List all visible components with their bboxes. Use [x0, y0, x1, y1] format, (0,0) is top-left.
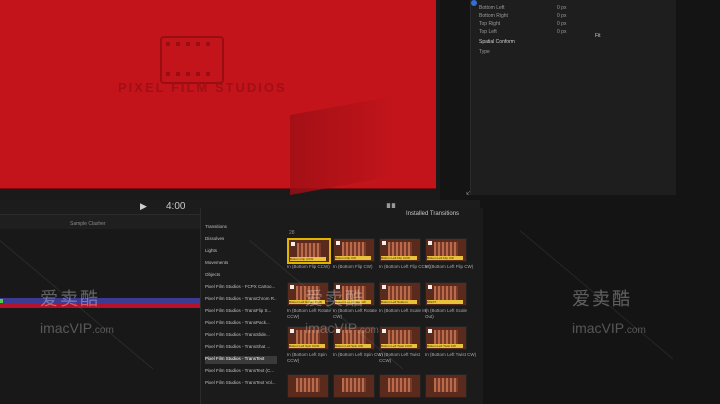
category-item[interactable]: Pixel Film Studios - TransShat ... [205, 344, 277, 352]
thumbnail-label: In (Bottom Flip CW) [333, 264, 373, 269]
watermark-cn: 爱卖酷 [40, 289, 100, 309]
viewer: PIXEL FILM STUDIOS [0, 0, 440, 200]
transition-thumbnail[interactable]: Bottom Flip CW [333, 238, 375, 262]
type-dropdown[interactable]: Fit [595, 33, 601, 39]
thumbnail-label: In (Bottom Left Scale In) [379, 308, 428, 313]
row-label: Bottom Right [479, 13, 508, 19]
watermark-en: imacVIP.com [40, 320, 114, 336]
watermark-en-main: imacVIP [305, 320, 358, 336]
transition-grid: 28 Bottom Flip CCW In (Bottom Flip CCW) … [283, 224, 483, 404]
transition-thumbnail[interactable]: Bottom Left Twist CW [425, 326, 467, 350]
transition-thumbnail[interactable] [425, 374, 467, 398]
transition-thumbnail[interactable]: Bottom Left Flip CCW [379, 238, 421, 262]
watermark-en: imacVIP.com [305, 320, 379, 336]
thumbnail-label: In (Bottom Flip CCW) [287, 264, 330, 269]
category-item[interactable]: Movements [205, 260, 277, 268]
thumbnail-tag: Bottom Flip CW [335, 256, 371, 260]
transition-thumbnail[interactable]: Bottom Left Flip CW [425, 238, 467, 262]
type-label: Type [479, 49, 490, 55]
transition-thumbnail[interactable]: Bottom Flip CCW [287, 238, 331, 264]
thumbnail-label: In (Bottom Left Spin CCW) [287, 352, 327, 363]
thumbnail-tag: Bottom Left Twist CCW [381, 344, 417, 348]
row-label: Top Right [479, 21, 501, 27]
browser-title: Installed Transitions [406, 211, 460, 217]
thumbnail-tag: Bottom Flip CCW [290, 257, 326, 261]
row-value[interactable]: 0 px [557, 29, 566, 35]
category-item[interactable]: Pixel Film Studios - TransText (C... [205, 368, 277, 376]
watermark-cn: 爱卖酷 [572, 289, 632, 309]
timeline-track-red[interactable] [0, 304, 205, 308]
category-item-selected[interactable]: Pixel Film Studios - TransText [205, 356, 277, 364]
thumbnail-tag: Bottom Left Spin CW [335, 344, 371, 348]
play-button[interactable]: ▶ [140, 201, 147, 212]
inspector-panel: Bottom Left 0 px Bottom Right 0 px Top R… [470, 0, 676, 195]
spatial-conform-heading: Spatial Conform [479, 39, 515, 45]
category-item[interactable]: Pixel Film Studios - FCPX Cartoo... [205, 284, 277, 292]
category-item[interactable]: Pixel Film Studios - TransPack... [205, 320, 277, 328]
inspector-row-top-left: Top Left 0 px [479, 29, 566, 36]
playhead-marker[interactable] [0, 299, 3, 303]
transition-thumbnail[interactable]: Bottom Left Twist CCW [379, 326, 421, 350]
enabled-indicator-icon[interactable] [471, 0, 477, 6]
thumbnail-tag: Bottom Left Flip CCW [381, 256, 417, 260]
row-value[interactable]: 0 px [557, 5, 566, 11]
timecode: 4:00 [166, 201, 186, 212]
watermark-en-main: imacVIP [572, 320, 625, 336]
watermark-en-suffix: .com [92, 325, 114, 336]
watermark-en-suffix: .com [357, 325, 379, 336]
inspector-row-bottom-right: Bottom Right 0 px [479, 13, 566, 20]
category-item[interactable]: Objects [205, 272, 277, 280]
viewer-canvas: PIXEL FILM STUDIOS [0, 0, 436, 195]
category-list: Transitions Dissolves Lights Movements O… [201, 224, 279, 404]
logo-text: PIXEL FILM STUDIOS [118, 80, 287, 95]
inspector-row-top-right: Top Right 0 px [479, 21, 566, 28]
clip-name[interactable]: Sample Clasher [70, 221, 106, 227]
row-value[interactable]: 0 px [557, 21, 566, 27]
timeline: Sample Clasher [0, 214, 205, 404]
watermark-en: imacVIP.com [572, 320, 646, 336]
fcpx-editor: PIXEL FILM STUDIOS ▶ 4:00 ▮▮ ⤢ Bottom Le… [0, 0, 720, 404]
category-item[interactable]: Dissolves [205, 236, 277, 244]
category-item[interactable]: Pixel Film Studios - TransSlide... [205, 332, 277, 340]
category-item[interactable]: Pixel Film Studios - TransFlip S... [205, 308, 277, 316]
watermark-cn: 爱卖酷 [305, 289, 365, 309]
thumbnail-tag: Bottom Left Scale In [381, 300, 417, 304]
thumbnail-label: In (Bottom Left Spin CW) [333, 352, 384, 357]
transition-thumbnail[interactable]: $TEXT [425, 282, 467, 306]
watermark-en-main: imacVIP [40, 320, 93, 336]
transition-thumbnail[interactable] [379, 374, 421, 398]
transition-thumbnail[interactable] [287, 374, 329, 398]
thumbnail-label: In (Bottom Left Flip CW) [425, 264, 474, 269]
film-logo-icon [160, 36, 224, 84]
row-label: Bottom Left [479, 5, 505, 11]
category-item[interactable]: Transitions [205, 224, 277, 232]
thumbnail-label: In (Bottom Left Flip CCW) [379, 264, 431, 269]
thumbnail-tag: Bottom Left Spin CCW [289, 344, 325, 348]
thumbnail-tag: Bottom Left Flip CW [427, 256, 463, 260]
watermark-en-suffix: .com [624, 325, 646, 336]
row-value[interactable]: 0 px [557, 13, 566, 19]
timeline-header: Sample Clasher [0, 215, 205, 229]
category-item[interactable]: Pixel Film Studios - TransText Vol... [205, 380, 277, 388]
page-fold-shape [290, 95, 400, 195]
row-label: Top Left [479, 29, 497, 35]
thumbnail-label: In (Bottom Left Scale Out) [425, 308, 468, 319]
transition-thumbnail[interactable] [333, 374, 375, 398]
thumbnail-tag: $TEXT [427, 300, 463, 304]
inspector-row-bottom-left: Bottom Left 0 px [479, 5, 566, 12]
transition-thumbnail[interactable]: Bottom Left Scale In [379, 282, 421, 306]
thumbnail-label: In (Bottom Left Twist CW) [425, 352, 477, 357]
item-count: 28 [289, 230, 295, 236]
thumbnail-tag: Bottom Left Twist CW [427, 344, 463, 348]
category-item[interactable]: Pixel Film Studios - TransChrom R... [205, 296, 277, 304]
